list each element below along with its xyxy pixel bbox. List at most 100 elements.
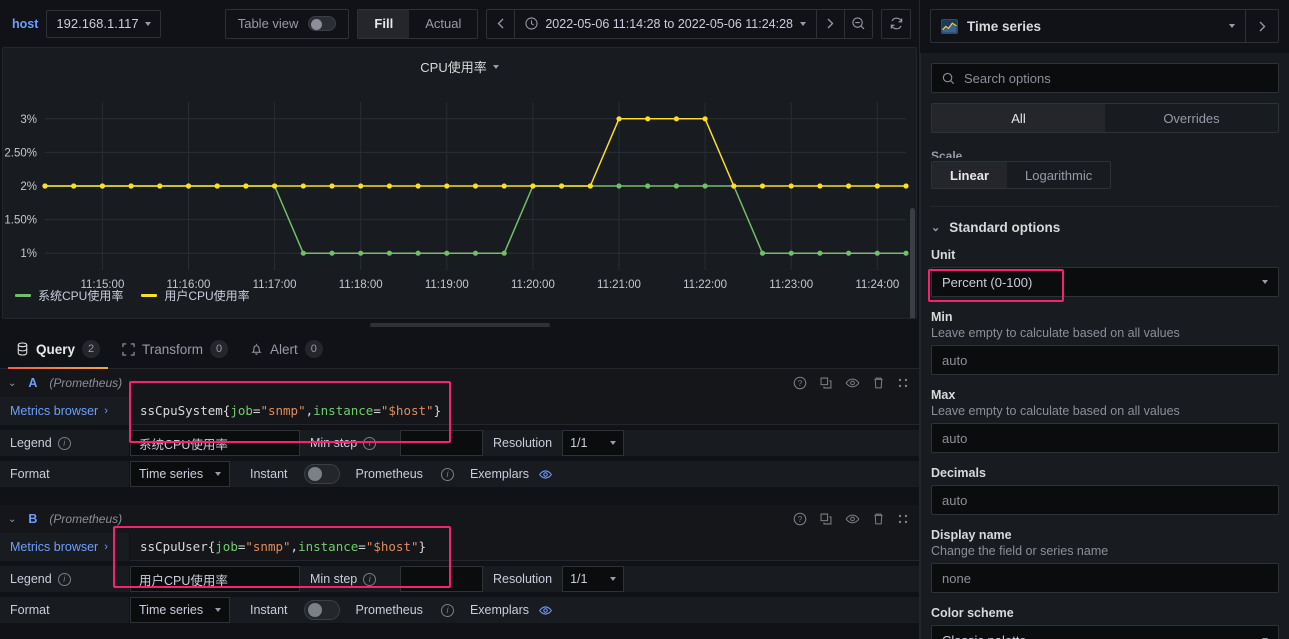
legend-input[interactable]: 系统CPU使用率: [130, 430, 300, 456]
scale-linear-button[interactable]: Linear: [932, 162, 1008, 188]
eye-icon[interactable]: [538, 468, 553, 481]
resolution-field-label: Resolution: [483, 566, 563, 592]
variable-select[interactable]: 192.168.1.117: [46, 9, 161, 38]
table-view-switch[interactable]: [308, 16, 337, 31]
query-ref-id[interactable]: B: [28, 512, 37, 526]
tab-count-badge: 0: [210, 340, 229, 358]
promql-value: "$host": [365, 539, 419, 554]
panel-header[interactable]: CPU使用率: [3, 48, 916, 76]
display-name-input[interactable]: none: [931, 563, 1279, 593]
max-input[interactable]: auto: [931, 423, 1279, 453]
eye-icon[interactable]: [845, 512, 860, 526]
fill-actual-segment[interactable]: Fill Actual: [357, 8, 479, 39]
query-ref-id[interactable]: A: [28, 376, 37, 390]
min-step-input[interactable]: [400, 566, 483, 592]
min-step-input[interactable]: [400, 430, 483, 456]
promql-metric: ssCpuUser: [140, 539, 208, 554]
info-icon[interactable]: i: [363, 436, 377, 450]
decimals-input[interactable]: auto: [931, 485, 1279, 515]
pane-resize-handle[interactable]: [0, 319, 919, 331]
info-icon[interactable]: i: [363, 572, 377, 586]
drag-handle-icon[interactable]: [897, 513, 909, 525]
trash-icon[interactable]: [872, 376, 885, 390]
tab-alert[interactable]: Alert 0: [242, 340, 337, 368]
time-prev-button[interactable]: [487, 10, 514, 38]
eye-icon[interactable]: [845, 376, 860, 390]
scale-logarithmic-button[interactable]: Logarithmic: [1007, 162, 1110, 188]
exemplars-toggle[interactable]: Exemplars: [459, 461, 563, 487]
exemplars-toggle[interactable]: Exemplars: [459, 597, 563, 623]
promql-operator: =: [358, 539, 366, 554]
format-select[interactable]: Time series: [130, 461, 230, 487]
info-icon[interactable]: i: [57, 436, 71, 450]
standard-options-section-header[interactable]: ⌄ Standard options: [931, 206, 1279, 235]
query-row-header[interactable]: ⌄ B (Prometheus) ?: [0, 505, 919, 533]
metrics-browser-button[interactable]: Metrics browser ›: [0, 397, 130, 425]
help-icon[interactable]: ?: [793, 376, 807, 390]
min-input[interactable]: auto: [931, 345, 1279, 375]
format-select[interactable]: Time series: [130, 597, 230, 623]
chevron-down-icon[interactable]: [492, 64, 499, 69]
chevron-down-icon[interactable]: ⌄: [8, 514, 16, 525]
legend-item-0[interactable]: 系统CPU使用率: [15, 287, 123, 304]
promql-query-input[interactable]: ssCpuSystem{job = "snmp", instance = "$host"}: [130, 397, 919, 425]
instant-toggle[interactable]: [303, 600, 340, 620]
legend-row: Legend i 系统CPU使用率 Min step i Resolution: [0, 430, 919, 456]
resolution-select[interactable]: 1/1: [562, 566, 625, 592]
format-field-label: Format: [0, 461, 130, 487]
duplicate-icon[interactable]: [819, 376, 833, 390]
visualization-picker[interactable]: Time series: [930, 9, 1279, 43]
chevron-down-icon[interactable]: ⌄: [8, 378, 16, 389]
unit-value: Percent (0-100): [942, 274, 1033, 290]
metrics-browser-button[interactable]: Metrics browser ›: [0, 533, 130, 561]
tab-transform[interactable]: Transform 0: [114, 340, 242, 368]
trash-icon[interactable]: [872, 512, 885, 526]
drag-handle-icon[interactable]: [897, 377, 909, 389]
duplicate-icon[interactable]: [819, 512, 833, 526]
zoom-out-button[interactable]: [845, 10, 872, 38]
help-icon[interactable]: ?: [793, 512, 807, 526]
instant-toggle[interactable]: [303, 464, 340, 484]
table-view-toggle[interactable]: Table view: [224, 8, 350, 39]
info-icon[interactable]: i: [440, 467, 454, 481]
clock-icon: [525, 17, 538, 30]
options-pane: Search options All Overrides Scale Linea…: [920, 53, 1289, 639]
promql-operator: =: [237, 539, 246, 554]
refresh-button[interactable]: [881, 8, 911, 39]
fill-button[interactable]: Fill: [358, 9, 410, 38]
svg-text:2%: 2%: [20, 181, 37, 193]
chevron-down-icon: [610, 577, 617, 581]
tab-query[interactable]: Query 2: [8, 340, 114, 369]
time-range-display[interactable]: 2022-05-06 11:14:28 to 2022-05-06 11:24:…: [515, 10, 816, 38]
refresh-icon: [890, 17, 902, 30]
svg-text:?: ?: [798, 379, 803, 388]
time-range-picker[interactable]: 2022-05-06 11:14:28 to 2022-05-06 11:24:…: [486, 8, 873, 39]
prometheus-label: Prometheus: [343, 461, 435, 487]
query-row-header[interactable]: ⌄ A (Prometheus) ?: [0, 369, 919, 397]
actual-button[interactable]: Actual: [409, 9, 478, 38]
legend-label: 用户CPU使用率: [164, 289, 250, 303]
chevron-down-icon: [215, 608, 221, 612]
color-scheme-select[interactable]: Classic palette: [931, 625, 1279, 639]
tab-overrides[interactable]: Overrides: [1105, 104, 1278, 132]
search-options-input[interactable]: Search options: [931, 63, 1279, 93]
legend-input[interactable]: 用户CPU使用率: [130, 566, 300, 592]
tab-count-badge: 0: [304, 340, 323, 358]
scale-segment[interactable]: Linear Logarithmic: [931, 161, 1112, 189]
tab-all[interactable]: All: [932, 104, 1105, 132]
min-step-field-label: Min step i: [300, 430, 400, 456]
info-icon[interactable]: i: [440, 603, 454, 617]
eye-icon[interactable]: [538, 604, 553, 617]
viz-current[interactable]: Time series: [931, 19, 1229, 34]
promql-query-input[interactable]: ssCpuUser{job = "snmp", instance = "$host"}: [130, 533, 919, 561]
info-icon[interactable]: i: [57, 572, 71, 586]
resolution-select[interactable]: 1/1: [562, 430, 625, 456]
panel-scrollbar[interactable]: [910, 208, 915, 318]
all-overrides-tabs[interactable]: All Overrides: [931, 103, 1279, 133]
time-next-button[interactable]: [817, 10, 844, 38]
collapse-options-button[interactable]: [1246, 21, 1278, 32]
metrics-browser-row: Metrics browser › ssCpuUser{job = "snmp", i…: [0, 533, 919, 561]
chevron-down-icon[interactable]: [1229, 24, 1235, 28]
unit-select[interactable]: Percent (0-100): [931, 267, 1279, 297]
legend-item-1[interactable]: 用户CPU使用率: [141, 287, 250, 304]
